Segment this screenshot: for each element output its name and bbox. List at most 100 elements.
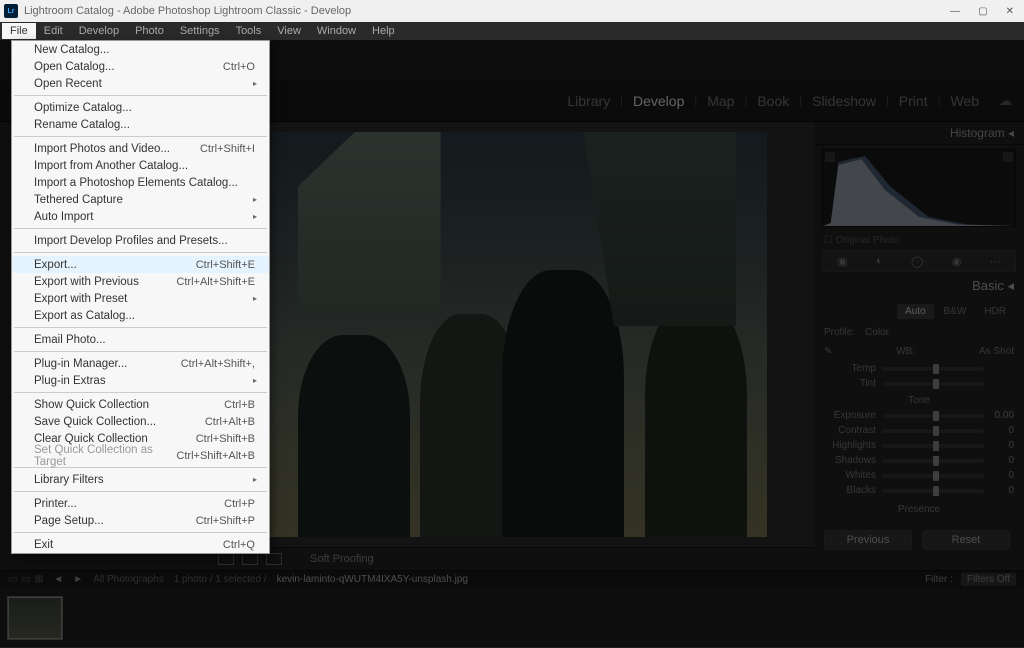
- highlight-clip-icon[interactable]: [1003, 152, 1013, 162]
- menu-item[interactable]: Open Recent▸: [12, 75, 269, 92]
- menu-settings[interactable]: Settings: [172, 23, 228, 39]
- mask-tool-icon[interactable]: ◯: [911, 255, 923, 268]
- image-preview[interactable]: [210, 122, 814, 547]
- blacks-slider[interactable]: Blacks0: [814, 483, 1024, 498]
- menu-item[interactable]: ExitCtrl+Q: [12, 536, 269, 553]
- histogram[interactable]: [822, 149, 1016, 227]
- maximize-icon[interactable]: ▢: [978, 6, 987, 17]
- menu-item[interactable]: Import from Another Catalog...: [12, 157, 269, 174]
- close-icon[interactable]: ✕: [1006, 6, 1014, 17]
- profile-select[interactable]: Color: [865, 327, 889, 338]
- menu-item[interactable]: Save Quick Collection...Ctrl+Alt+B: [12, 413, 269, 430]
- menu-item[interactable]: Rename Catalog...: [12, 116, 269, 133]
- bw-button[interactable]: B&W: [936, 304, 975, 319]
- basic-panel-header[interactable]: Basic ◂: [814, 272, 1024, 300]
- menu-item[interactable]: Export as Catalog...: [12, 307, 269, 324]
- module-slideshow[interactable]: Slideshow: [806, 93, 882, 109]
- menu-develop[interactable]: Develop: [71, 23, 127, 39]
- window-title: Lightroom Catalog - Adobe Photoshop Ligh…: [24, 5, 351, 17]
- app-logo-icon: Lr: [4, 4, 18, 18]
- before-after-icon[interactable]: [242, 553, 258, 565]
- second-window-icon[interactable]: ▭: [21, 574, 30, 585]
- wb-select[interactable]: As Shot: [979, 346, 1014, 357]
- auto-button[interactable]: Auto: [897, 304, 934, 319]
- module-develop[interactable]: Develop: [627, 93, 690, 109]
- grid-shortcut-icon[interactable]: ⊞: [35, 574, 43, 585]
- reset-button[interactable]: Reset: [922, 530, 1010, 550]
- tint-slider[interactable]: Tint: [814, 376, 1024, 391]
- titlebar: Lr Lightroom Catalog - Adobe Photoshop L…: [0, 0, 1024, 22]
- filename-label: kevin-laminto-qWUTM4IXA5Y-unsplash.jpg: [277, 574, 468, 585]
- filter-label: Filter :: [925, 574, 953, 585]
- menu-item[interactable]: Show Quick CollectionCtrl+B: [12, 396, 269, 413]
- menu-item[interactable]: Import Develop Profiles and Presets...: [12, 232, 269, 249]
- menu-item[interactable]: Export with PreviousCtrl+Alt+Shift+E: [12, 273, 269, 290]
- loupe-view-icon[interactable]: [218, 553, 234, 565]
- exposure-slider[interactable]: Exposure0.00: [814, 408, 1024, 423]
- main-window-icon[interactable]: ▭: [8, 574, 17, 585]
- menu-view[interactable]: View: [269, 23, 309, 39]
- right-panel: Histogram ◂ ☐ Original Photo ▣ ◐ ◯ ◉ ⋯ B…: [814, 122, 1024, 570]
- preview-image: [257, 132, 767, 537]
- module-print[interactable]: Print: [893, 93, 934, 109]
- menu-item[interactable]: Page Setup...Ctrl+Shift+P: [12, 512, 269, 529]
- menu-file[interactable]: File: [2, 23, 36, 39]
- nav-back-icon[interactable]: ◄: [53, 574, 63, 585]
- profile-label: Profile:: [824, 327, 855, 338]
- menu-item[interactable]: Plug-in Manager...Ctrl+Alt+Shift+,: [12, 355, 269, 372]
- menu-tools[interactable]: Tools: [228, 23, 270, 39]
- tool-strip: ▣ ◐ ◯ ◉ ⋯: [822, 250, 1016, 272]
- menu-item[interactable]: Open Catalog...Ctrl+O: [12, 58, 269, 75]
- center-panel: Soft Proofing: [210, 122, 814, 570]
- menu-item[interactable]: Optimize Catalog...: [12, 99, 269, 116]
- original-photo-label: ☐ Original Photo: [814, 231, 1024, 250]
- soft-proofing-toggle[interactable]: Soft Proofing: [310, 553, 374, 565]
- histogram-header[interactable]: Histogram ◂: [814, 122, 1024, 145]
- filters-off-button[interactable]: Filters Off: [961, 573, 1016, 586]
- menu-item[interactable]: Export...Ctrl+Shift+E: [12, 256, 269, 273]
- module-book[interactable]: Book: [751, 93, 795, 109]
- menu-item[interactable]: Printer...Ctrl+P: [12, 495, 269, 512]
- shadows-slider[interactable]: Shadows0: [814, 453, 1024, 468]
- menu-item[interactable]: Plug-in Extras▸: [12, 372, 269, 389]
- menu-item[interactable]: Tethered Capture▸: [12, 191, 269, 208]
- crop-tool-icon[interactable]: ▣: [837, 255, 847, 268]
- thumbnail[interactable]: [8, 597, 62, 639]
- menubar: FileEditDevelopPhotoSettingsToolsViewWin…: [0, 22, 1024, 40]
- menu-item: Set Quick Collection as TargetCtrl+Shift…: [12, 447, 269, 464]
- menu-item[interactable]: Email Photo...: [12, 331, 269, 348]
- cloud-sync-icon[interactable]: ☁: [999, 93, 1012, 109]
- whites-slider[interactable]: Whites0: [814, 468, 1024, 483]
- previous-button[interactable]: Previous: [824, 530, 912, 550]
- minimize-icon[interactable]: —: [950, 6, 960, 17]
- menu-item[interactable]: Auto Import▸: [12, 208, 269, 225]
- menu-window[interactable]: Window: [309, 23, 364, 39]
- count-label: 1 photo / 1 selected /: [174, 574, 267, 585]
- menu-item[interactable]: Import a Photoshop Elements Catalog...: [12, 174, 269, 191]
- module-library[interactable]: Library: [561, 93, 616, 109]
- module-map[interactable]: Map: [701, 93, 740, 109]
- menu-item[interactable]: Library Filters▸: [12, 471, 269, 488]
- menu-photo[interactable]: Photo: [127, 23, 172, 39]
- highlights-slider[interactable]: Highlights0: [814, 438, 1024, 453]
- profile-row: Profile: Color: [814, 323, 1024, 342]
- menu-item[interactable]: Import Photos and Video...Ctrl+Shift+I: [12, 140, 269, 157]
- filmstrip[interactable]: [0, 588, 1024, 648]
- module-web[interactable]: Web: [944, 93, 985, 109]
- more-tools-icon[interactable]: ⋯: [990, 255, 1001, 268]
- eyedropper-icon[interactable]: ✎: [824, 346, 832, 357]
- temp-slider[interactable]: Temp: [814, 361, 1024, 376]
- shadow-clip-icon[interactable]: [825, 152, 835, 162]
- menu-edit[interactable]: Edit: [36, 23, 71, 39]
- tone-label: Tone: [814, 391, 1024, 408]
- redeye-tool-icon[interactable]: ◉: [952, 255, 962, 268]
- heal-tool-icon[interactable]: ◐: [876, 255, 883, 267]
- nav-fwd-icon[interactable]: ►: [73, 574, 83, 585]
- source-label[interactable]: All Photographs: [93, 574, 164, 585]
- hdr-button[interactable]: HDR: [976, 304, 1014, 319]
- reference-view-icon[interactable]: [266, 553, 282, 565]
- contrast-slider[interactable]: Contrast0: [814, 423, 1024, 438]
- menu-item[interactable]: New Catalog...: [12, 41, 269, 58]
- menu-help[interactable]: Help: [364, 23, 403, 39]
- menu-item[interactable]: Export with Preset▸: [12, 290, 269, 307]
